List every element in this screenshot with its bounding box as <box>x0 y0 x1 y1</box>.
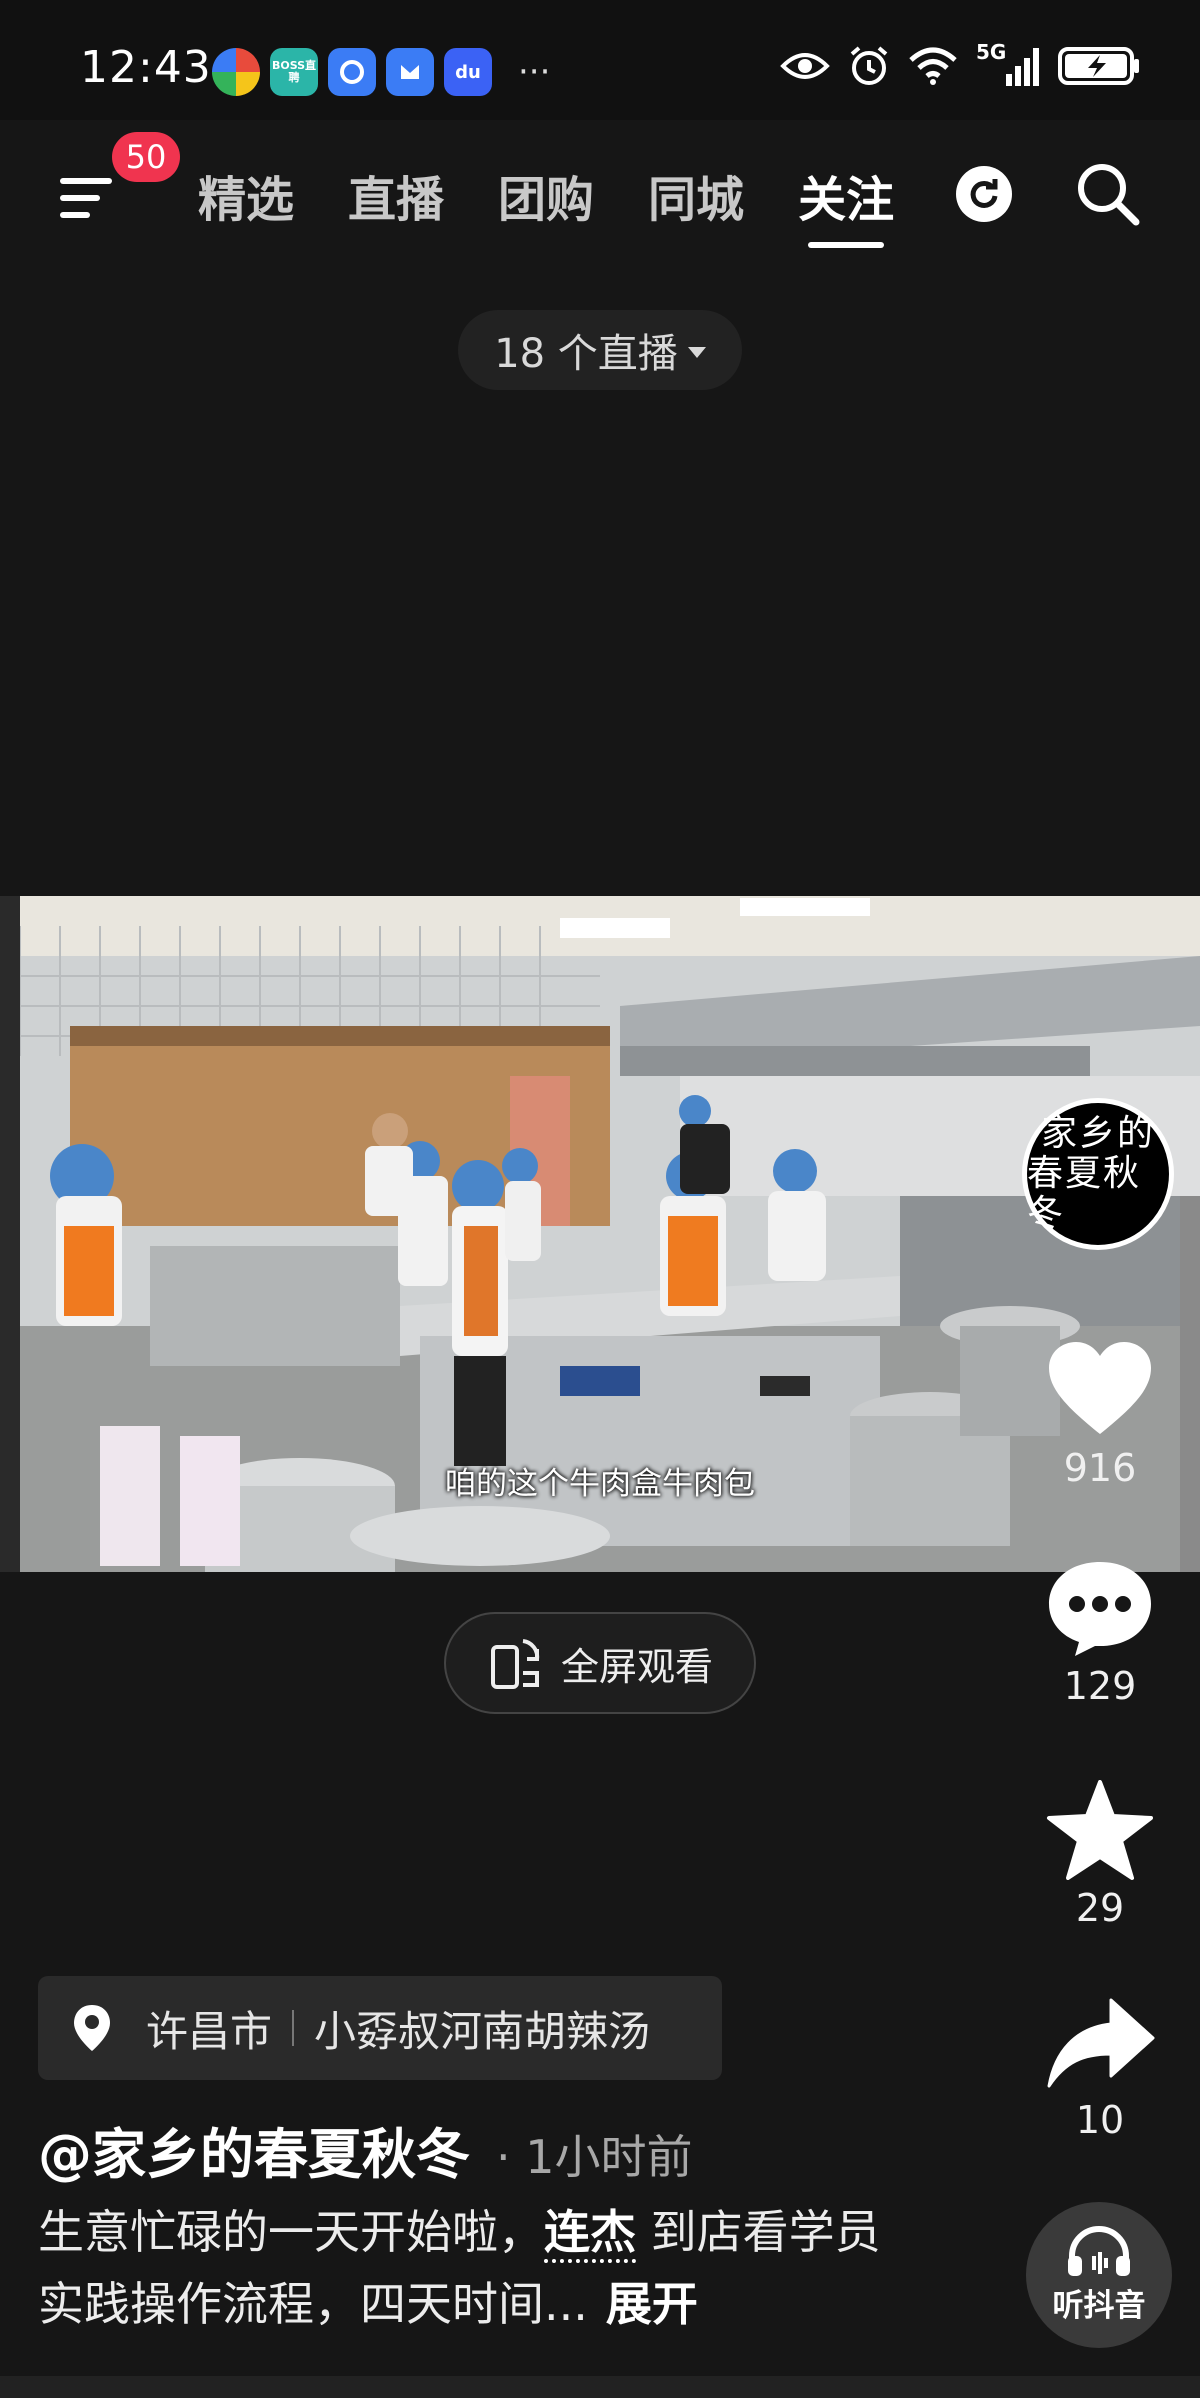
status-bar: 12:43 BOSS直聘 du ··· 5G <box>0 0 1200 120</box>
author-name[interactable]: @家乡的春夏秋冬 <box>38 2110 470 2189</box>
video-subtitle: 咱的这个牛肉盒牛肉包 <box>445 1466 755 1502</box>
feed-tabs: 精选 直播 团购 同城 关注 <box>198 160 894 248</box>
search-icon[interactable] <box>1072 158 1144 230</box>
tab-featured[interactable]: 精选 <box>198 160 294 248</box>
listen-douyin-button[interactable]: 听抖音 <box>1026 2202 1172 2348</box>
location-city: 许昌市 <box>146 2006 273 2056</box>
fullscreen-button[interactable]: 全屏观看 <box>444 1612 756 1714</box>
more-notifications-icon: ··· <box>518 52 551 92</box>
alarm-icon <box>850 46 888 85</box>
refresh-icon <box>970 179 998 208</box>
mention-link[interactable]: 连杰 <box>544 2205 636 2263</box>
desc-text-1: 生意忙碌的一天开始啦， <box>38 2205 544 2259</box>
top-nav: 精选 直播 团购 同城 关注 <box>0 120 1200 270</box>
live-count-selector[interactable]: 18 个直播 <box>458 310 742 390</box>
favorite-count: 29 <box>1075 1886 1125 1930</box>
honor-app-icon <box>386 48 434 96</box>
system-status-icons: 5G <box>780 40 1140 88</box>
location-place: 小孬叔河南胡辣汤 <box>314 2006 651 2056</box>
share-button[interactable]: 10 <box>1030 1996 1170 2142</box>
location-pin-icon <box>74 2005 110 2051</box>
headphones-icon <box>1068 2225 1130 2276</box>
location-tag[interactable]: 许昌市 小孬叔河南胡辣汤 <box>38 1976 722 2080</box>
multicolor-app-icon <box>212 48 260 96</box>
baidu-app-icon: du <box>444 48 492 96</box>
signal-icon <box>1006 48 1039 86</box>
comment-button[interactable]: 129 <box>1030 1558 1170 1708</box>
notification-icons: BOSS直聘 du ··· <box>212 48 550 96</box>
notification-badge: 50 <box>112 132 180 182</box>
eye-icon <box>780 53 830 79</box>
menu-icon[interactable] <box>56 168 116 228</box>
location-divider <box>292 2010 295 2046</box>
comment-icon <box>1049 1562 1151 1656</box>
bottom-edge <box>0 2376 1200 2398</box>
refresh-button[interactable] <box>956 166 1012 222</box>
avatar-text-line1: 家乡的 <box>1040 1113 1155 1154</box>
author-avatar[interactable]: 家乡的 春夏秋冬 <box>1022 1098 1174 1250</box>
comment-count: 129 <box>1063 1664 1137 1708</box>
post-description: 生意忙碌的一天开始啦，连杰 到店看学员实践操作流程，四天时间... 展开 <box>38 2196 918 2340</box>
heart-icon <box>1049 1342 1151 1434</box>
boss-zhipin-icon: BOSS直聘 <box>270 48 318 96</box>
boss-zhipin-label: BOSS直聘 <box>271 59 317 84</box>
rotate-phone-icon <box>490 1639 540 1689</box>
fullscreen-label: 全屏观看 <box>560 1644 713 1689</box>
share-count: 10 <box>1075 2098 1125 2142</box>
avatar-text-line2: 春夏秋冬 <box>1027 1153 1142 1234</box>
clock: 12:43 <box>80 42 212 93</box>
live-count-label: 18 个直播 <box>494 331 678 377</box>
post-time: · 1小时前 <box>496 2130 693 2184</box>
tab-local[interactable]: 同城 <box>648 160 744 248</box>
signal-indicator: 5G <box>976 40 1040 88</box>
author-row: @家乡的春夏秋冬 · 1小时前 <box>38 2110 693 2189</box>
favorite-button[interactable]: 29 <box>1030 1780 1170 1930</box>
baidu-label: du <box>455 61 481 83</box>
like-count: 916 <box>1063 1446 1137 1490</box>
listen-label: 听抖音 <box>1052 2287 1146 2324</box>
tab-following[interactable]: 关注 <box>798 160 894 248</box>
expand-button[interactable]: 展开 <box>606 2277 698 2331</box>
like-button[interactable]: 916 <box>1030 1340 1170 1490</box>
caret-down-icon <box>687 346 706 358</box>
share-arrow-icon <box>1047 1998 1155 2088</box>
star-icon <box>1047 1780 1153 1880</box>
tab-live[interactable]: 直播 <box>348 160 444 248</box>
cloud-app-icon <box>328 48 376 96</box>
wifi-icon <box>909 47 957 85</box>
tab-group-buy[interactable]: 团购 <box>498 160 594 248</box>
battery-charging-icon <box>1058 47 1139 85</box>
